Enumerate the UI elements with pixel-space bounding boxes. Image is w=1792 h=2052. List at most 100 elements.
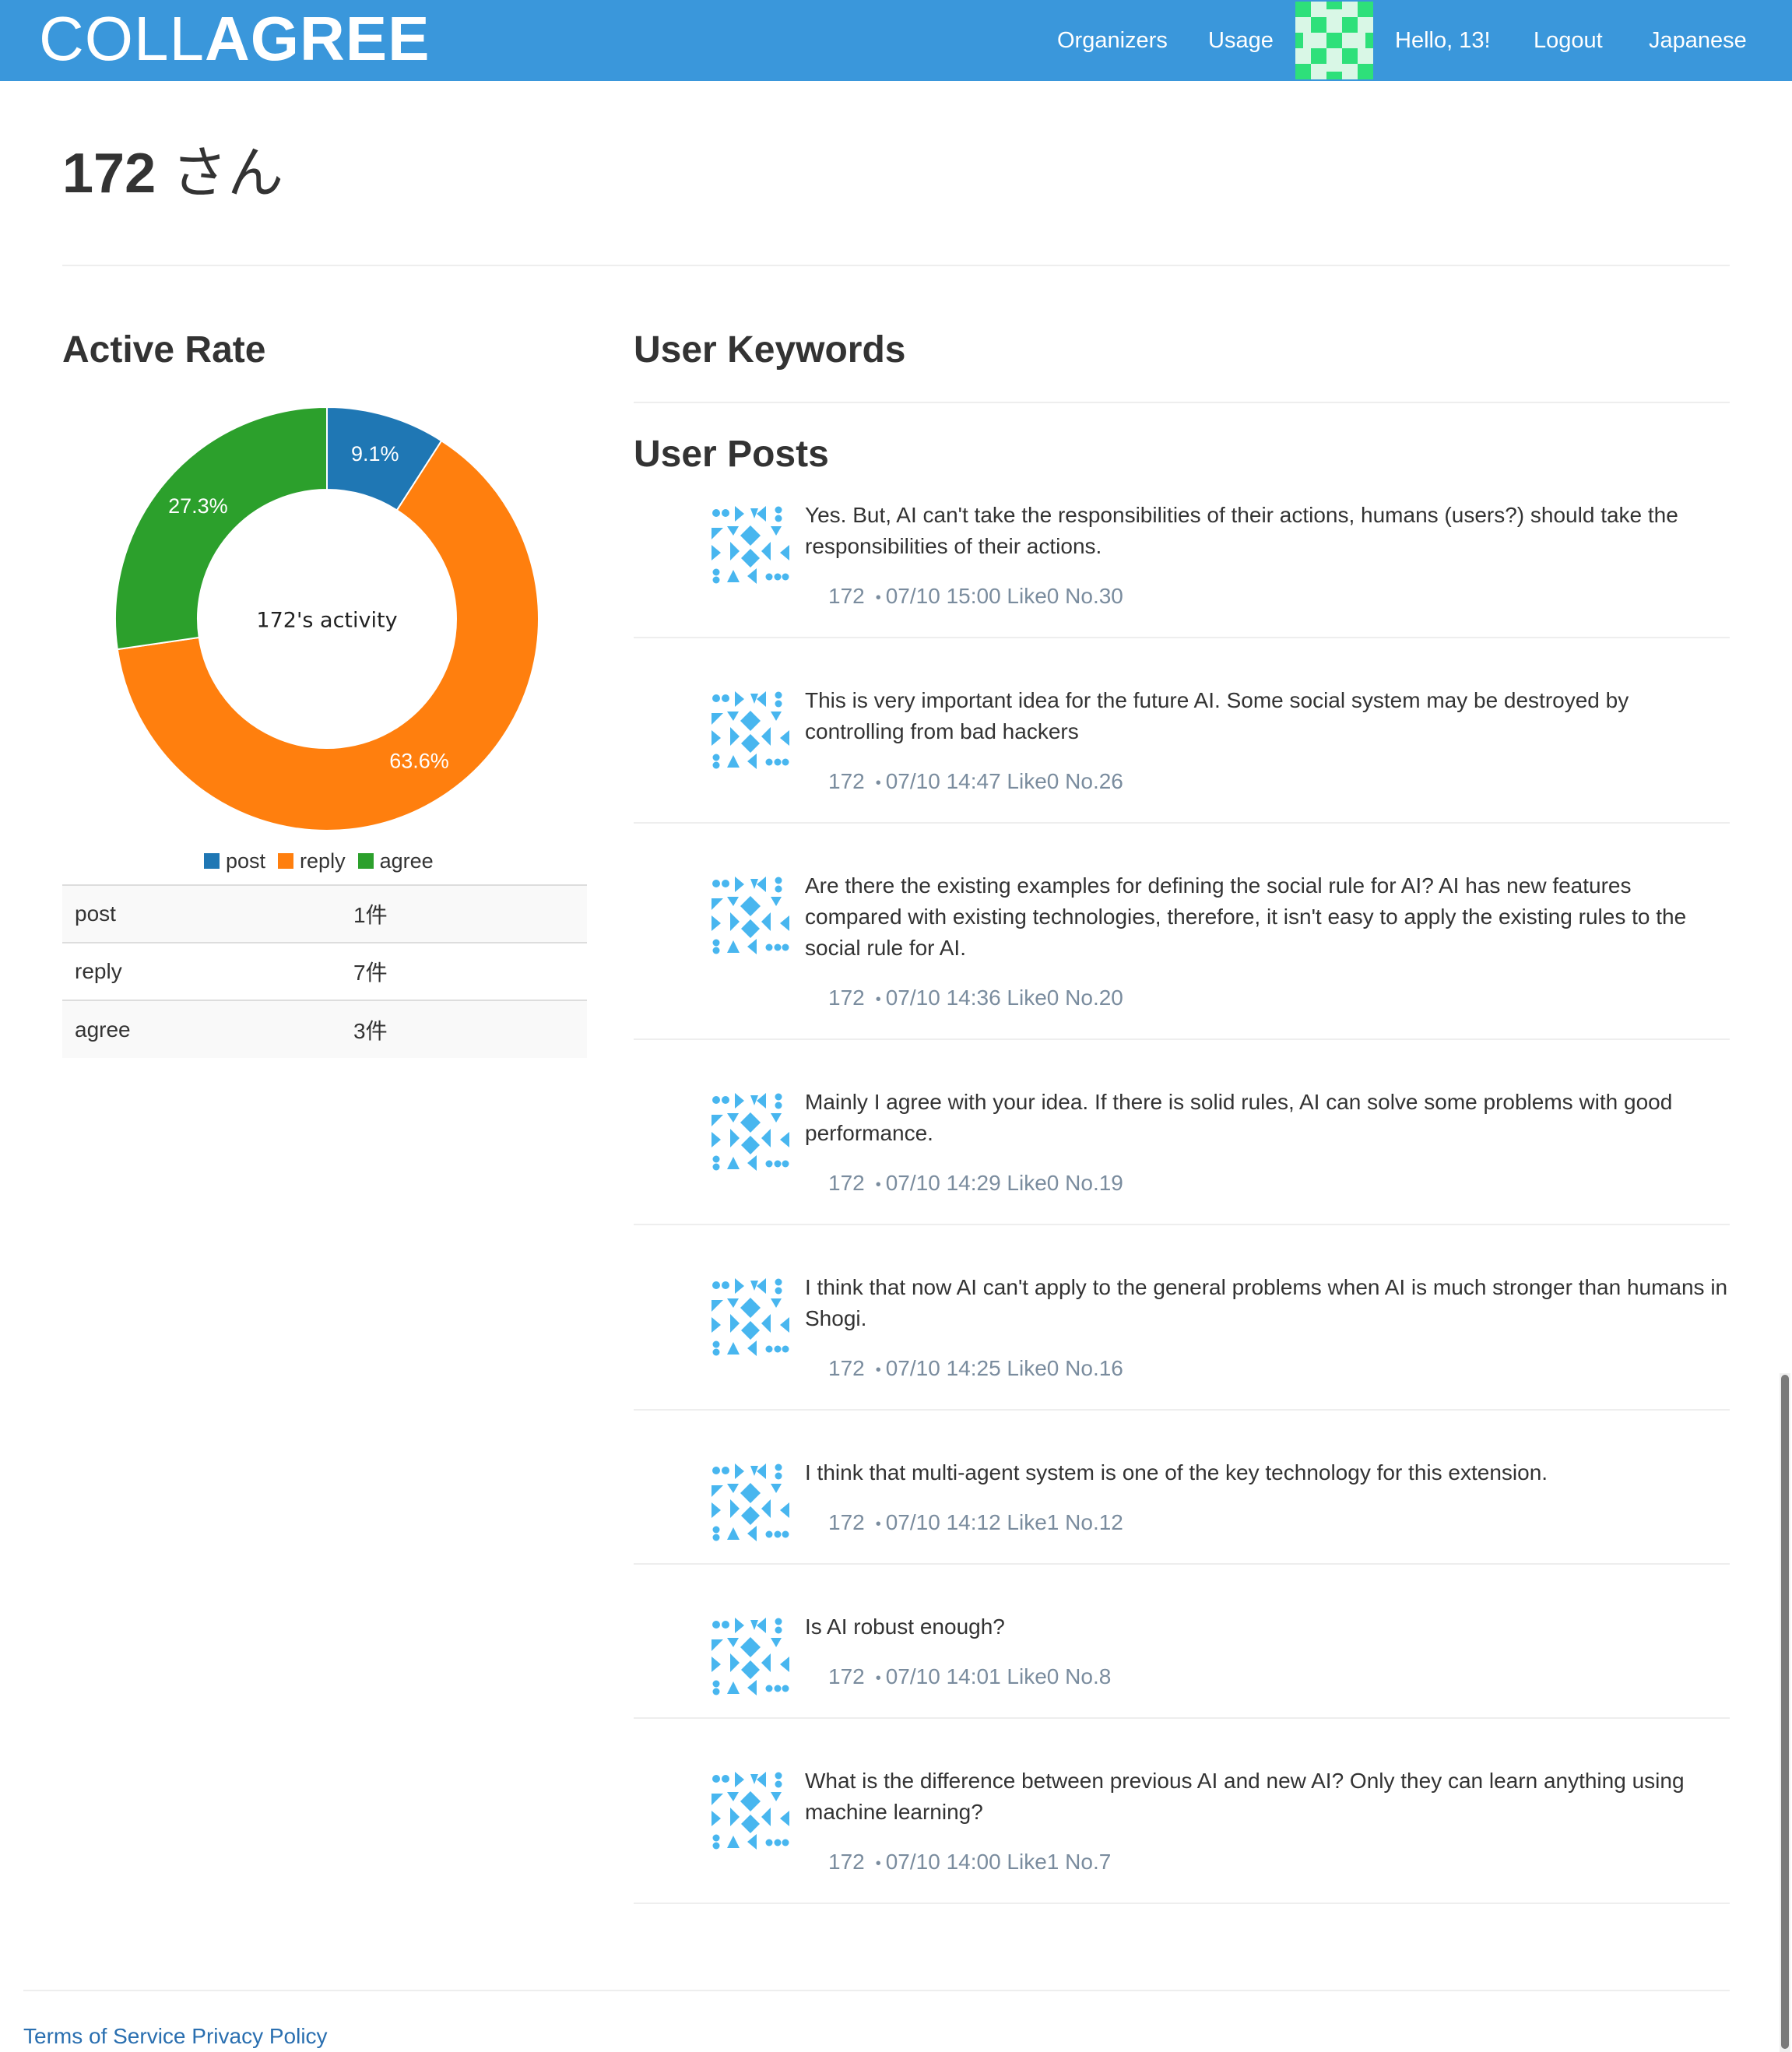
legend-item-agree[interactable]: agree	[357, 849, 434, 873]
donut-slice-label-reply: 63.6%	[389, 749, 449, 772]
post-meta: 172 • 07/10 14:29 Like0 No.19	[828, 1169, 1123, 1199]
post-timestamp-likes-number: 07/10 14:01 Like0 No.8	[885, 1664, 1112, 1688]
terms-of-service-link[interactable]: Terms of Service	[23, 2024, 186, 2048]
post-divider	[634, 1409, 1730, 1411]
post-author-avatar-icon[interactable]	[712, 506, 789, 584]
user-avatar-icon[interactable]	[1295, 2, 1373, 79]
post-text: Mainly I agree with your idea. If there …	[805, 1090, 1673, 1145]
post-author-avatar-icon[interactable]	[712, 1463, 789, 1541]
keywords-divider	[634, 402, 1730, 403]
legend-swatch-agree	[357, 853, 374, 869]
post-author-avatar-icon[interactable]	[712, 877, 789, 954]
meta-separator-dot: •	[875, 1515, 881, 1533]
brand-logo[interactable]: COLLAGREE	[39, 2, 430, 76]
nav-usage-link[interactable]: Usage	[1208, 0, 1274, 81]
user-keywords-heading: User Keywords	[634, 329, 906, 371]
table-row: agree 3件	[62, 1000, 587, 1058]
post-meta: 172 • 07/10 14:00 Like1 No.7	[828, 1848, 1111, 1878]
post-text: Yes. But, AI can't take the responsibili…	[805, 503, 1678, 558]
post-author-link[interactable]: 172	[828, 1850, 865, 1874]
donut-slice-label-post: 9.1%	[351, 442, 399, 466]
post-author-link[interactable]: 172	[828, 1356, 865, 1380]
table-cell-value: 1件	[353, 884, 587, 943]
post-divider	[634, 822, 1730, 824]
post-meta: 172 • 07/10 15:00 Like0 No.30	[828, 582, 1123, 612]
brand-logo-light: COLL	[39, 4, 205, 73]
table-row: post 1件	[62, 884, 587, 943]
active-rate-heading: Active Rate	[62, 329, 266, 371]
post-timestamp-likes-number: 07/10 14:36 Like0 No.20	[885, 986, 1123, 1010]
legend-label-reply: reply	[300, 849, 346, 873]
brand-logo-bold: AGREE	[204, 4, 430, 73]
post-divider	[634, 1903, 1730, 1904]
table-cell-value: 7件	[353, 942, 587, 1000]
legend-swatch-reply	[278, 853, 294, 869]
page-scrollbar-thumb[interactable]	[1781, 1375, 1789, 2049]
post-author-avatar-icon[interactable]	[712, 1772, 789, 1850]
post-author-link[interactable]: 172	[828, 986, 865, 1010]
legend-swatch-post	[204, 853, 220, 869]
post-divider	[634, 637, 1730, 638]
donut-slice-label-agree: 27.3%	[168, 494, 228, 518]
meta-separator-dot: •	[875, 774, 881, 792]
post-text: This is very important idea for the futu…	[805, 688, 1629, 743]
legend-item-reply[interactable]: reply	[278, 849, 346, 873]
table-row: reply 7件	[62, 942, 587, 1000]
user-posts-heading: User Posts	[634, 434, 829, 475]
post-timestamp-likes-number: 07/10 15:00 Like0 No.30	[885, 584, 1123, 608]
post-meta: 172 • 07/10 14:47 Like0 No.26	[828, 768, 1123, 797]
post-text: I think that now AI can't apply to the g…	[805, 1275, 1728, 1330]
post-author-avatar-icon[interactable]	[712, 691, 789, 769]
post-author-link[interactable]: 172	[828, 584, 865, 608]
post-divider	[634, 1224, 1730, 1225]
nav-logout-link[interactable]: Logout	[1534, 0, 1603, 81]
post-meta: 172 • 07/10 14:12 Like1 No.12	[828, 1509, 1123, 1538]
page-title-number: 172	[62, 142, 156, 205]
nav-language-link[interactable]: Japanese	[1649, 0, 1747, 81]
post-timestamp-likes-number: 07/10 14:29 Like0 No.19	[885, 1171, 1123, 1195]
meta-separator-dot: •	[875, 990, 881, 1008]
nav-organizers-link[interactable]: Organizers	[1057, 0, 1168, 81]
post-author-link[interactable]: 172	[828, 769, 865, 793]
top-navbar: COLLAGREE Organizers Usage Hello, 13! Lo…	[0, 0, 1792, 81]
post-author-avatar-icon[interactable]	[712, 1093, 789, 1171]
meta-separator-dot: •	[875, 589, 881, 606]
post-text: What is the difference between previous …	[805, 1769, 1685, 1824]
post-meta: 172 • 07/10 14:36 Like0 No.20	[828, 984, 1123, 1014]
legend-label-agree: agree	[379, 849, 434, 873]
nav-greeting-link[interactable]: Hello, 13!	[1395, 0, 1491, 81]
post-meta: 172 • 07/10 14:01 Like0 No.8	[828, 1663, 1111, 1692]
header-divider	[62, 265, 1730, 266]
footer-links: Terms of Service Privacy Policy	[23, 2021, 328, 2052]
table-cell-label: post	[62, 884, 353, 943]
post-divider	[634, 1038, 1730, 1040]
page-title-suffix: さん	[156, 142, 284, 205]
meta-separator-dot: •	[875, 1669, 881, 1687]
page-title: 172 さん	[62, 139, 283, 209]
footer-divider	[23, 1990, 1730, 1991]
privacy-policy-link[interactable]: Privacy Policy	[191, 2024, 327, 2048]
post-text: Are there the existing examples for defi…	[805, 873, 1687, 960]
active-rate-donut-chart: 9.1% 63.6% 27.3% 172's activity	[114, 406, 539, 831]
table-cell-label: reply	[62, 942, 353, 1000]
post-timestamp-likes-number: 07/10 14:12 Like1 No.12	[885, 1510, 1123, 1534]
legend-item-post[interactable]: post	[204, 849, 265, 873]
table-cell-label: agree	[62, 1000, 353, 1058]
post-text: Is AI robust enough?	[805, 1615, 1005, 1639]
post-meta: 172 • 07/10 14:25 Like0 No.16	[828, 1355, 1123, 1384]
meta-separator-dot: •	[875, 1361, 881, 1379]
donut-center-label: 172's activity	[256, 609, 397, 633]
meta-separator-dot: •	[875, 1175, 881, 1193]
post-author-avatar-icon[interactable]	[712, 1618, 789, 1695]
post-divider	[634, 1563, 1730, 1565]
post-author-avatar-icon[interactable]	[712, 1278, 789, 1356]
table-cell-value: 3件	[353, 1000, 587, 1058]
post-timestamp-likes-number: 07/10 14:00 Like1 No.7	[885, 1850, 1112, 1874]
post-author-link[interactable]: 172	[828, 1171, 865, 1195]
chart-legend: post reply agree	[204, 847, 434, 875]
post-timestamp-likes-number: 07/10 14:47 Like0 No.26	[885, 769, 1123, 793]
post-author-link[interactable]: 172	[828, 1664, 865, 1688]
post-author-link[interactable]: 172	[828, 1510, 865, 1534]
post-timestamp-likes-number: 07/10 14:25 Like0 No.16	[885, 1356, 1123, 1380]
legend-label-post: post	[226, 849, 266, 873]
